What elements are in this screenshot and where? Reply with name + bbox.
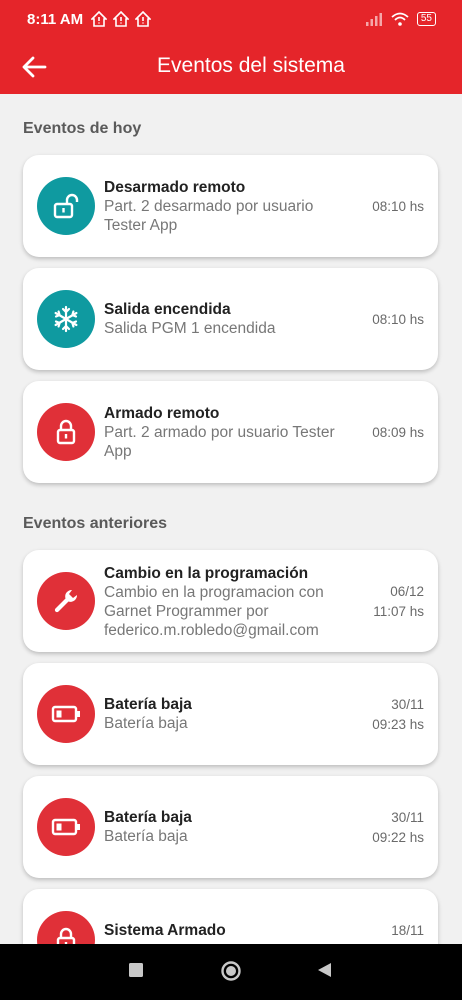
- event-text: Batería baja Batería baja: [104, 695, 359, 733]
- event-card[interactable]: Salida encendida Salida PGM 1 encendida …: [23, 268, 438, 370]
- event-title: Batería baja: [104, 809, 192, 826]
- event-title: Salida encendida: [104, 301, 231, 318]
- event-datetime: 06/12 11:07 hs: [360, 582, 424, 622]
- event-description: Batería baja: [104, 828, 188, 845]
- event-description: Salida PGM 1 encendida: [104, 320, 276, 337]
- lock-icon: [56, 419, 76, 445]
- event-card[interactable]: Armado remoto Part. 2 armado por usuario…: [23, 381, 438, 483]
- status-notifications: [91, 11, 151, 27]
- event-icon-badge: [37, 572, 95, 630]
- event-time: 08:09 hs: [372, 425, 424, 440]
- event-description: Part. 2 desarmado por usuario Tester App: [104, 198, 314, 234]
- event-icon-badge: [37, 685, 95, 743]
- event-text: Armado remoto Part. 2 armado por usuario…: [104, 404, 359, 461]
- event-time: 08:10 hs: [372, 199, 424, 214]
- system-nav-bar: [0, 944, 462, 1000]
- event-description: Part. 2 armado por usuario Tester App: [104, 424, 335, 460]
- event-card[interactable]: Batería baja Batería baja 30/11 09:23 hs: [23, 663, 438, 765]
- battery-level: 55: [416, 12, 436, 26]
- event-datetime: 18/11: [360, 921, 424, 941]
- event-text: Salida encendida Salida PGM 1 encendida: [104, 300, 359, 338]
- event-datetime: 30/11 09:22 hs: [360, 808, 424, 848]
- home-alert-icon: [135, 11, 151, 27]
- status-right: 55: [365, 12, 436, 26]
- back-triangle-icon[interactable]: [317, 962, 333, 978]
- home-alert-icon: [113, 11, 129, 27]
- app-bar: Eventos del sistema: [0, 40, 462, 94]
- status-time: 8:11 AM: [27, 11, 84, 28]
- event-description: Batería baja: [104, 715, 188, 732]
- status-bar: 8:11 AM 55: [0, 0, 462, 40]
- event-date: 18/11: [391, 923, 424, 938]
- event-date: 30/11: [391, 697, 424, 712]
- event-time: 11:07 hs: [373, 604, 424, 619]
- event-date: 06/12: [390, 584, 424, 599]
- recents-square-icon[interactable]: [128, 962, 144, 978]
- event-description: Cambio en la programacion con Garnet Pro…: [104, 584, 324, 639]
- event-datetime: 30/11 09:23 hs: [360, 695, 424, 735]
- wrench-icon: [54, 589, 78, 613]
- event-text: Sistema Armado: [104, 921, 359, 940]
- event-text: Cambio en la programación Cambio en la p…: [104, 564, 359, 640]
- event-card[interactable]: Cambio en la programación Cambio en la p…: [23, 550, 438, 652]
- event-icon-badge: [37, 177, 95, 235]
- event-time: 08:10 hs: [372, 312, 424, 327]
- section-title-previous: Eventos anteriores: [23, 515, 168, 532]
- battery-low-icon: [51, 705, 80, 723]
- snowflake-icon: [54, 305, 78, 333]
- event-icon-badge: [37, 290, 95, 348]
- event-title: Sistema Armado: [104, 922, 226, 939]
- home-alert-icon: [91, 11, 107, 27]
- unlock-icon: [53, 193, 79, 219]
- event-text: Desarmado remoto Part. 2 desarmado por u…: [104, 178, 359, 235]
- event-title: Armado remoto: [104, 405, 220, 422]
- page-title: Eventos del sistema: [157, 54, 345, 77]
- home-circle-icon[interactable]: [220, 960, 242, 982]
- event-card[interactable]: Batería baja Batería baja 30/11 09:22 hs: [23, 776, 438, 878]
- event-title: Batería baja: [104, 696, 192, 713]
- event-icon-badge: [37, 403, 95, 461]
- wifi-icon: [391, 12, 409, 26]
- event-icon-badge: [37, 798, 95, 856]
- event-card[interactable]: Desarmado remoto Part. 2 desarmado por u…: [23, 155, 438, 257]
- section-title-today: Eventos de hoy: [23, 120, 142, 137]
- signal-icon: [365, 13, 382, 26]
- battery-low-icon: [51, 818, 80, 836]
- event-title: Cambio en la programación: [104, 565, 309, 582]
- event-time: 09:23 hs: [372, 717, 424, 732]
- event-time: 09:22 hs: [372, 830, 424, 845]
- event-text: Batería baja Batería baja: [104, 808, 359, 846]
- event-title: Desarmado remoto: [104, 179, 246, 196]
- event-date: 30/11: [391, 810, 424, 825]
